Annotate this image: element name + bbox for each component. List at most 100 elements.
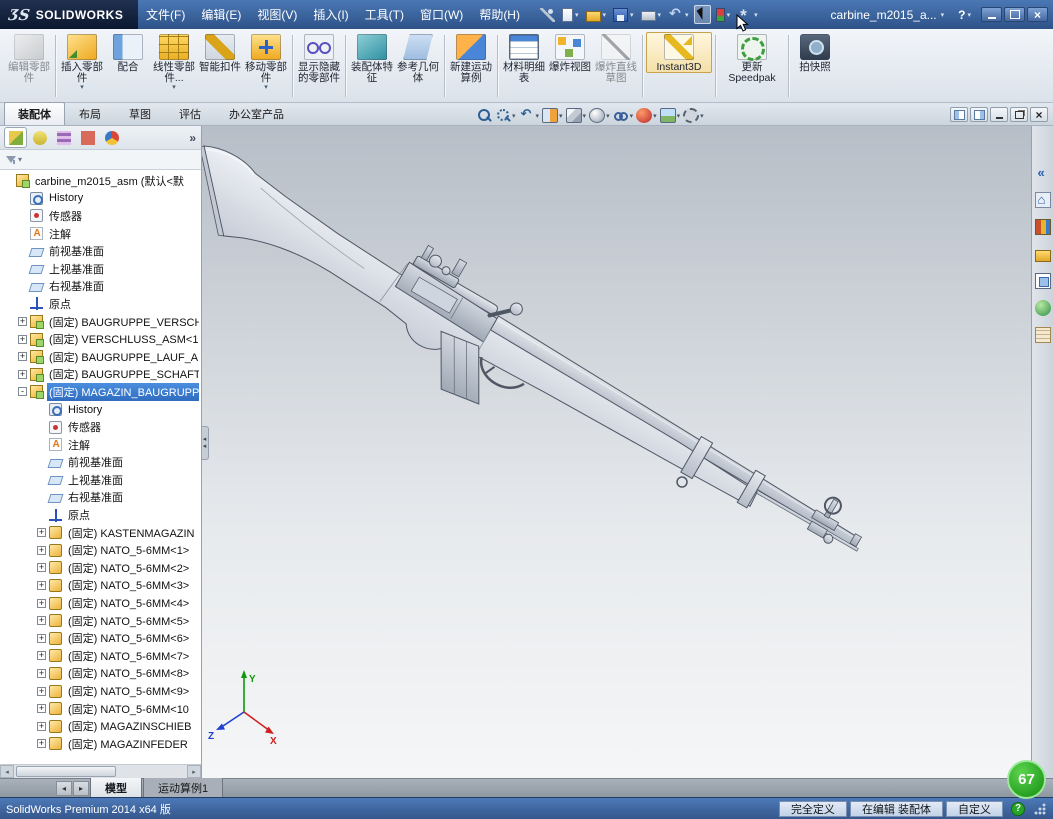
maximize-icon[interactable] — [1004, 7, 1025, 22]
qat-button[interactable] — [714, 5, 733, 24]
tab-scroll-left-button[interactable]: ◂ — [56, 781, 72, 796]
ribbon-button[interactable]: 爆炸直线草图 — [593, 32, 639, 84]
panel-overflow-chevron[interactable]: » — [189, 131, 196, 145]
ribbon-button[interactable] — [497, 35, 498, 97]
tree-expander[interactable] — [37, 668, 46, 678]
restore-icon[interactable] — [1010, 107, 1028, 122]
ribbon-button[interactable]: 材料明细表 — [501, 32, 547, 84]
tree-item[interactable]: History — [0, 190, 201, 208]
tree-item[interactable]: 前视基准面 — [0, 242, 201, 260]
task-pane-button[interactable] — [1034, 299, 1052, 317]
ribbon-button[interactable] — [444, 35, 445, 97]
qat-button[interactable] — [560, 5, 581, 24]
feature-manager-tab[interactable] — [29, 128, 50, 147]
feature-manager-tab[interactable] — [5, 128, 26, 147]
tree-item[interactable]: 注解 — [0, 436, 201, 454]
tree-item[interactable]: (固定) NATO_5-6MM<5> — [0, 612, 201, 630]
qat-button[interactable] — [693, 5, 711, 24]
tree-item[interactable]: (固定) MAGAZINSCHIEB — [0, 717, 201, 735]
rifle-model[interactable]: Y X Z — [202, 126, 1031, 778]
tree-expander[interactable] — [37, 739, 46, 749]
headsup-button[interactable] — [518, 106, 541, 124]
headsup-button[interactable] — [494, 107, 517, 124]
command-manager-tab[interactable]: 装配体 — [4, 102, 65, 125]
graphics-viewport[interactable]: Y X Z ◂ ◂ — [202, 126, 1031, 778]
task-pane-button[interactable] — [1034, 245, 1052, 263]
tree-item[interactable]: 右视基准面 — [0, 278, 201, 296]
tree-item[interactable]: 原点 — [0, 506, 201, 524]
minimize-icon[interactable] — [981, 7, 1002, 22]
minimize-icon[interactable] — [990, 107, 1008, 122]
ribbon-button[interactable]: 装配体特征 — [349, 32, 395, 84]
tree-item[interactable]: 传感器 — [0, 418, 201, 436]
status-help-icon[interactable]: ? — [1011, 801, 1025, 816]
tree-item[interactable]: (固定) BAUGRUPPE_SCHAFT — [0, 366, 201, 384]
ribbon-button[interactable] — [788, 35, 789, 97]
tree-item[interactable]: carbine_m2015_asm (默认<默 — [0, 172, 201, 190]
command-manager-tab[interactable]: 草图 — [115, 102, 165, 125]
tree-item[interactable]: (固定) NATO_5-6MM<9> — [0, 682, 201, 700]
status-segment[interactable]: 自定义 — [946, 800, 1003, 817]
ribbon-button[interactable]: 配合 — [105, 32, 151, 73]
headsup-button[interactable] — [541, 107, 564, 124]
document-tab[interactable]: 运动算例1 — [143, 777, 224, 797]
ribbon-button[interactable]: 移动零部件 — [243, 32, 289, 91]
tree-item[interactable]: (固定) VERSCHLUSS_ASM<1 — [0, 330, 201, 348]
qat-button[interactable] — [611, 5, 636, 24]
pane-right-icon[interactable] — [970, 107, 988, 122]
task-pane-button[interactable] — [1034, 164, 1052, 182]
headsup-button[interactable] — [612, 107, 635, 124]
tree-item[interactable]: 右视基准面 — [0, 489, 201, 507]
tree-expander[interactable] — [37, 563, 46, 573]
resize-grip-icon[interactable] — [1033, 801, 1047, 816]
tree-item[interactable]: (固定) NATO_5-6MM<7> — [0, 647, 201, 665]
tree-item[interactable]: (固定) NATO_5-6MM<2> — [0, 559, 201, 577]
qat-button[interactable] — [538, 5, 557, 24]
feature-manager-tab[interactable] — [53, 128, 74, 147]
task-pane-button[interactable] — [1034, 191, 1052, 209]
task-pane-button[interactable] — [1034, 272, 1052, 290]
tree-item[interactable]: 注解 — [0, 225, 201, 243]
ribbon-button[interactable]: 插入零部件 — [59, 32, 105, 91]
qat-button[interactable] — [735, 5, 760, 26]
tree-item[interactable]: 传感器 — [0, 207, 201, 225]
ribbon-button[interactable]: 爆炸视图 — [547, 32, 593, 73]
tree-item[interactable]: 原点 — [0, 295, 201, 313]
scrollbar-track[interactable] — [14, 765, 187, 778]
ribbon-button[interactable] — [292, 35, 293, 97]
command-manager-tab[interactable]: 布局 — [65, 102, 115, 125]
tree-item[interactable]: (固定) NATO_5-6MM<4> — [0, 594, 201, 612]
command-manager-tab[interactable]: 办公室产品 — [215, 102, 298, 125]
tree-item[interactable]: (固定) NATO_5-6MM<10 — [0, 700, 201, 718]
tree-item[interactable]: (固定) MAGAZINFEDER — [0, 735, 201, 753]
tree-expander[interactable] — [18, 352, 27, 362]
tree-item[interactable]: (固定) BAUGRUPPE_VERSCH — [0, 313, 201, 331]
tree-item[interactable]: 上视基准面 — [0, 260, 201, 278]
tree-item[interactable]: (固定) NATO_5-6MM<1> — [0, 541, 201, 559]
headsup-button[interactable] — [475, 107, 493, 124]
tree-item[interactable]: (固定) BAUGRUPPE_LAUF_A — [0, 348, 201, 366]
filter-chevron-icon[interactable]: ▾ — [18, 155, 22, 164]
feature-manager-tab[interactable] — [77, 128, 98, 147]
ribbon-button[interactable]: 更新Speedpak — [719, 32, 785, 84]
tree-expander[interactable] — [18, 387, 27, 397]
ribbon-button[interactable]: Instant3D — [646, 32, 712, 73]
ribbon-button[interactable]: 拍快照 — [792, 32, 838, 73]
tree-horizontal-scrollbar[interactable]: ◂ ▸ — [0, 764, 201, 778]
tree-expander[interactable] — [37, 633, 46, 643]
tree-expander[interactable] — [37, 651, 46, 661]
help-button[interactable]: ? — [958, 8, 965, 22]
qat-button[interactable] — [639, 5, 664, 24]
headsup-button[interactable] — [659, 107, 682, 124]
menu-item[interactable]: 帮助(H) — [471, 0, 528, 29]
qat-button[interactable] — [666, 5, 691, 24]
ribbon-button[interactable]: 显示隐藏的零部件 — [296, 32, 342, 84]
tree-item[interactable]: History — [0, 401, 201, 419]
feature-manager-tab[interactable] — [101, 128, 122, 147]
tree-expander[interactable] — [37, 616, 46, 626]
ribbon-button[interactable]: 编辑零部件 — [6, 32, 52, 84]
command-manager-tab[interactable]: 评估 — [165, 102, 215, 125]
tree-item[interactable]: 上视基准面 — [0, 471, 201, 489]
menu-item[interactable]: 插入(I) — [305, 0, 356, 29]
menu-item[interactable]: 编辑(E) — [193, 0, 249, 29]
